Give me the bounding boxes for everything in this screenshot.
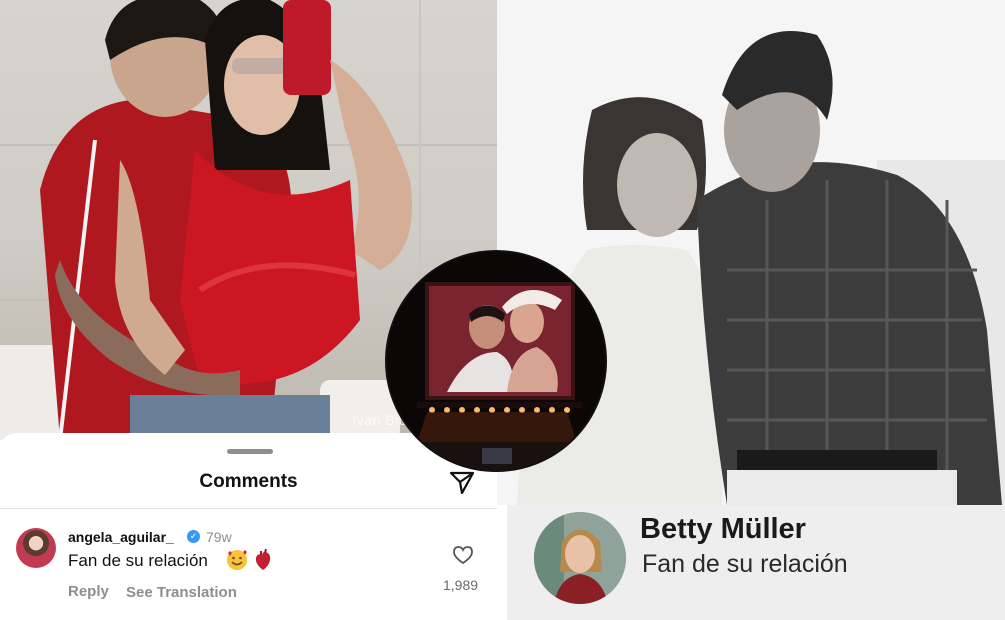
sheet-divider <box>0 508 497 509</box>
comments-sheet: Comments angela_aguilar_ ✓ 79w Fan de su… <box>0 433 497 620</box>
verified-badge-icon: ✓ <box>187 530 200 543</box>
betty-avatar[interactable] <box>534 512 626 604</box>
comment-text: Fan de su relación <box>68 551 208 570</box>
heart-outline-icon[interactable] <box>452 545 474 565</box>
commenter-avatar[interactable] <box>16 528 56 568</box>
see-translation-button[interactable]: See Translation <box>126 584 237 601</box>
comment-username[interactable]: angela_aguilar_ <box>68 529 174 545</box>
comment-time: 79w <box>206 529 232 545</box>
like-count: 1,989 <box>443 577 479 593</box>
betty-avatar-illustration <box>534 512 626 604</box>
anatomical-heart-icon <box>255 549 271 570</box>
card-name[interactable]: Betty Müller <box>640 513 806 546</box>
reply-button[interactable]: Reply <box>68 583 109 600</box>
paper-plane-icon[interactable] <box>448 469 476 497</box>
comments-title: Comments <box>199 471 298 492</box>
smiling-face-with-hearts-icon <box>227 550 247 570</box>
concert-inset-photo <box>385 250 607 472</box>
concert-inset-illustration <box>387 252 605 470</box>
sheet-drag-handle[interactable] <box>227 449 273 454</box>
card-comment-text: Fan de su relación <box>642 550 848 578</box>
